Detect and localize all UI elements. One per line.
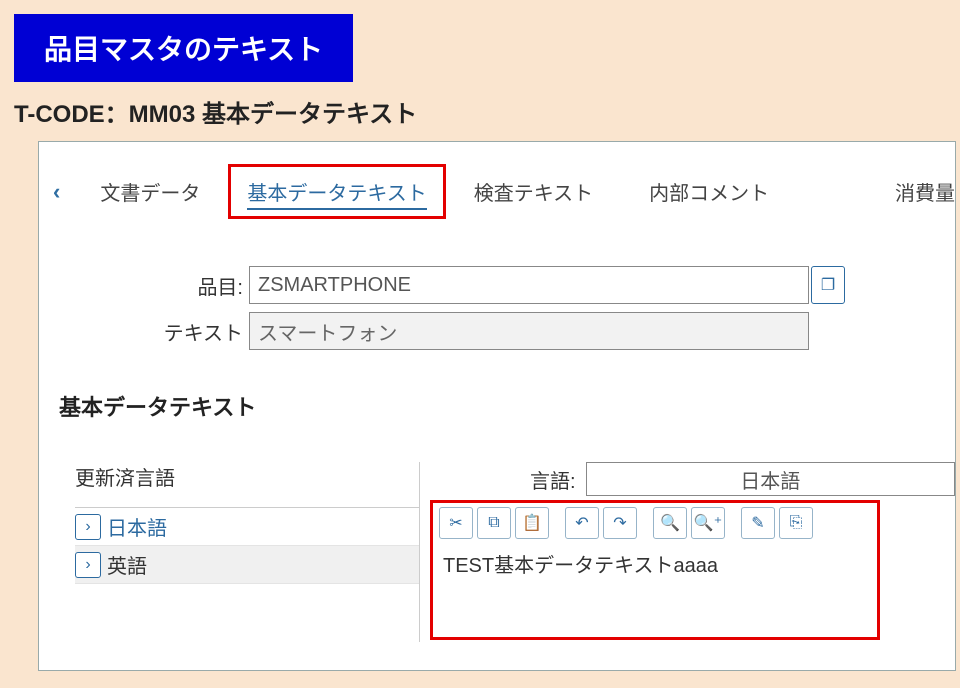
copy-icon: ⧉ <box>488 514 499 532</box>
find-next-button[interactable]: 🔍⁺ <box>691 507 725 539</box>
editor-textarea[interactable]: TEST基本データテキストaaaa <box>439 549 871 578</box>
tab-consumption[interactable]: 消費量 <box>895 177 955 206</box>
export-icon: ⎘ <box>790 514 803 532</box>
toolbar-gap <box>729 507 737 539</box>
language-list: › 日本語 › 英語 <box>75 507 419 584</box>
cut-button[interactable]: ✂ <box>439 507 473 539</box>
redo-icon: ↷ <box>613 513 626 533</box>
paste-button[interactable]: 📋 <box>515 507 549 539</box>
insert-button[interactable]: ✎ <box>741 507 775 539</box>
expand-icon[interactable]: › <box>75 552 101 578</box>
editor-highlight: ✂ ⧉ 📋 ↶ ↷ 🔍 🔍⁺ ✎ ⎘ TEST基本データテキストaaaa <box>430 500 880 640</box>
vertical-divider <box>419 462 420 642</box>
back-button[interactable]: ‹ <box>53 179 60 205</box>
language-select-label: 言語: <box>530 465 576 494</box>
tcode-heading: T-CODE：MM03 基本データテキスト <box>14 94 960 129</box>
tab-basic-data-text[interactable]: 基本データテキスト <box>247 183 426 205</box>
insert-icon: ✎ <box>751 513 764 533</box>
language-panel: 更新済言語 › 日本語 › 英語 <box>39 462 419 642</box>
language-row-en[interactable]: › 英語 <box>75 546 419 584</box>
form-area: 品目: ZSMARTPHONE ❐ テキスト スマートフォン <box>39 238 955 350</box>
toolbar-gap <box>553 507 561 539</box>
cut-icon: ✂ <box>449 513 462 533</box>
editor-toolbar: ✂ ⧉ 📋 ↶ ↷ 🔍 🔍⁺ ✎ ⎘ <box>439 507 871 539</box>
row-text: テキスト スマートフォン <box>39 312 955 350</box>
search-icon: 🔍 <box>660 513 680 533</box>
text-label: テキスト <box>39 317 249 346</box>
tab-document-data[interactable]: 文書データ <box>100 177 200 206</box>
tab-internal-comment[interactable]: 内部コメント <box>649 177 769 206</box>
item-label: 品目: <box>39 271 249 300</box>
find-button[interactable]: 🔍 <box>653 507 687 539</box>
language-name: 英語 <box>107 550 147 579</box>
row-item: 品目: ZSMARTPHONE ❐ <box>39 266 955 304</box>
lower-area: 更新済言語 › 日本語 › 英語 言語: 日本語 ✂ <box>39 462 955 642</box>
language-select-row: 言語: 日本語 <box>430 462 955 496</box>
toolbar-gap <box>641 507 649 539</box>
language-row-ja[interactable]: › 日本語 <box>75 508 419 546</box>
search-plus-icon: 🔍⁺ <box>694 513 722 533</box>
section-title: 基本データテキスト <box>59 390 955 422</box>
copy-button[interactable]: ⧉ <box>477 507 511 539</box>
tab-inspection-text[interactable]: 検査テキスト <box>474 177 593 206</box>
expand-icon[interactable]: › <box>75 514 101 540</box>
undo-button[interactable]: ↶ <box>565 507 599 539</box>
active-tab-underline <box>247 208 426 210</box>
page-banner: 品目マスタのテキスト <box>14 14 353 82</box>
undo-icon: ↶ <box>575 513 588 533</box>
valuehelp-icon: ❐ <box>821 275 835 295</box>
language-select[interactable]: 日本語 <box>586 462 955 496</box>
redo-button[interactable]: ↷ <box>603 507 637 539</box>
item-field[interactable]: ZSMARTPHONE <box>249 266 809 304</box>
updated-language-header: 更新済言語 <box>75 462 419 491</box>
item-valuehelp-button[interactable]: ❐ <box>811 266 845 304</box>
editor-panel: 言語: 日本語 ✂ ⧉ 📋 ↶ ↷ 🔍 🔍⁺ ✎ ⎘ <box>430 462 955 642</box>
paste-icon: 📋 <box>522 513 542 533</box>
text-field[interactable]: スマートフォン <box>249 312 809 350</box>
language-name: 日本語 <box>107 512 167 541</box>
tabstrip: ‹ 文書データ 基本データテキスト 検査テキスト 内部コメント 消費量 <box>39 142 955 238</box>
tab-basic-data-text-highlight: 基本データテキスト <box>228 164 445 219</box>
app-window: ‹ 文書データ 基本データテキスト 検査テキスト 内部コメント 消費量 品目: … <box>38 141 956 671</box>
export-button[interactable]: ⎘ <box>779 507 813 539</box>
